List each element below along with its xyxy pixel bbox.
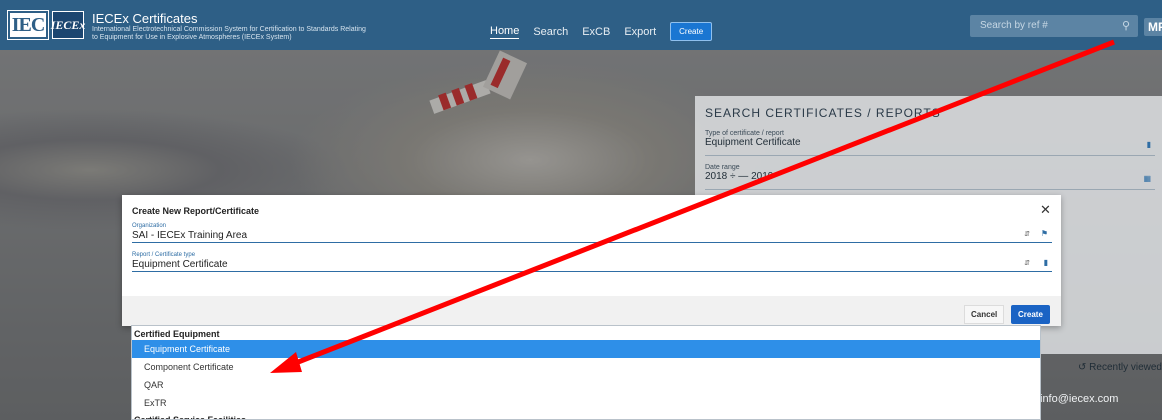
close-icon[interactable]: ✕ <box>1040 202 1051 218</box>
certificate-type-select[interactable]: Report / Certificate type Equipment Cert… <box>132 252 1052 272</box>
iecex-logo[interactable]: IECEx <box>51 11 85 39</box>
document-icon: ▮ <box>1146 140 1151 149</box>
flag-icon: ⚑ <box>1040 229 1048 238</box>
nav-export[interactable]: Export <box>624 26 656 38</box>
select-arrows-icon: ⇵ <box>1024 260 1030 267</box>
dropdown-group-header: Certified Equipment <box>134 329 220 339</box>
organization-label: Organization <box>132 223 167 229</box>
history-icon: ↺ <box>1078 362 1087 373</box>
organization-select[interactable]: Organization SAI - IECEx Training Area ⇵… <box>132 223 1052 243</box>
iec-logo[interactable]: IEC <box>7 10 49 40</box>
recently-viewed-label: Recently viewed <box>1089 362 1162 373</box>
dropdown-option[interactable]: Component Certificate <box>132 358 1040 376</box>
create-report-modal: Create New Report/Certificate ✕ Organiza… <box>122 195 1061 326</box>
top-header: IEC IECEx IECEx Certificates Internation… <box>0 0 1162 50</box>
dropdown-option[interactable]: Equipment Certificate <box>132 340 1040 358</box>
calendar-icon[interactable]: ▦ <box>1143 174 1151 183</box>
modal-title: Create New Report/Certificate <box>132 206 260 216</box>
certificate-type-label: Report / Certificate type <box>132 252 196 258</box>
brand: IECEx Certificates International Electro… <box>92 12 372 42</box>
select-arrows-icon: ⇵ <box>1024 231 1030 238</box>
user-avatar[interactable]: MF <box>1144 18 1162 36</box>
type-select-label: Type of certificate / report <box>705 130 784 137</box>
nav-home[interactable]: Home <box>490 25 520 39</box>
date-range-label: Date range <box>705 164 740 171</box>
date-range-field[interactable]: Date range 2018 ÷ — 2019 ▦ <box>705 164 1155 190</box>
modal-footer: Cancel Create <box>122 296 1061 326</box>
date-range-value: 2018 ÷ — 2019 <box>705 171 774 182</box>
main-nav: Home Search ExCB Export Create <box>490 22 713 41</box>
dropdown-group-header: Certified Service Facilities <box>134 415 247 420</box>
cancel-button[interactable]: Cancel <box>964 305 1005 324</box>
dropdown-option[interactable]: ExTR <box>132 394 1040 412</box>
search-panel-title: SEARCH CERTIFICATES / REPORTS <box>705 106 941 120</box>
app-title: IECEx Certificates <box>92 11 198 26</box>
contact-email[interactable]: info@iecex.com <box>1040 393 1118 405</box>
nav-search[interactable]: Search <box>533 26 568 38</box>
type-select-value: Equipment Certificate <box>705 137 801 148</box>
certificate-type-dropdown: Certified Equipment Equipment Certificat… <box>131 325 1041 420</box>
search-icon[interactable]: ⚲ <box>1122 19 1130 32</box>
ref-search-placeholder: Search by ref # <box>980 20 1048 31</box>
nav-excb[interactable]: ExCB <box>582 26 610 38</box>
nav-create-button[interactable]: Create <box>670 22 713 41</box>
ref-search-input[interactable]: Search by ref # ⚲ <box>970 15 1138 37</box>
document-icon: ▮ <box>1043 258 1048 267</box>
certificate-type-value: Equipment Certificate <box>132 259 228 270</box>
create-button[interactable]: Create <box>1011 305 1050 324</box>
recently-viewed-link[interactable]: ↺ Recently viewed <box>1078 362 1162 373</box>
dropdown-option[interactable]: QAR <box>132 376 1040 394</box>
organization-value: SAI - IECEx Training Area <box>132 230 248 241</box>
type-select[interactable]: Type of certificate / report Equipment C… <box>705 130 1155 156</box>
app-subtitle: International Electrotechnical Commissio… <box>92 26 366 41</box>
